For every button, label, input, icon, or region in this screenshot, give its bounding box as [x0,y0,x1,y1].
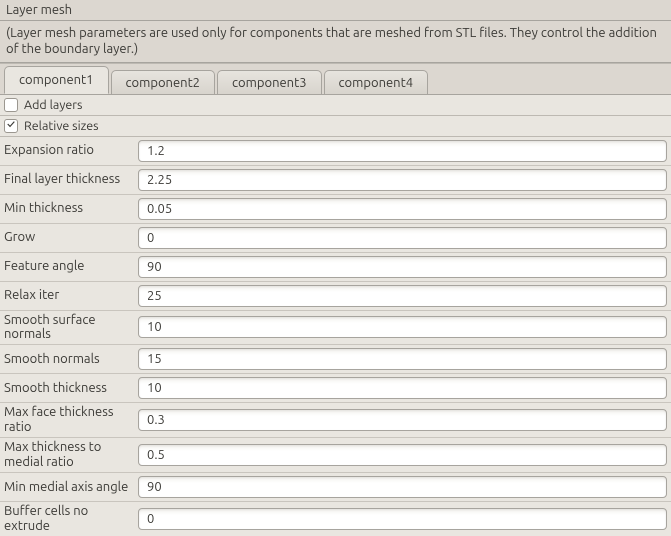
input-grow[interactable] [138,227,667,249]
input-wrap-buffer_cells_no_extrude [136,506,671,532]
input-buffer_cells_no_extrude[interactable] [138,508,667,530]
input-min_medial_axis_angle[interactable] [138,476,667,498]
label-smooth_normals: Smooth normals [0,350,136,369]
label-expansion_ratio: Expansion ratio [0,141,136,160]
fields-area: Expansion ratio Final layer thickness Min … [0,137,671,536]
input-wrap-smooth_normals [136,346,671,372]
field-row-min_thickness: Min thickness [0,195,671,224]
input-max_thickness_to_medial_ratio[interactable] [138,444,667,466]
relative-sizes-label: Relative sizes [24,119,99,133]
input-smooth_normals[interactable] [138,348,667,370]
label-relax_iter: Relax iter [0,286,136,305]
field-row-smooth_normals: Smooth normals [0,345,671,374]
tab-component1[interactable]: component1 [4,66,109,94]
input-wrap-grow [136,225,671,251]
tab-component4[interactable]: component4 [324,70,429,95]
tabs-container: component1component2component3component4… [0,63,671,536]
input-min_thickness[interactable] [138,198,667,220]
field-row-grow: Grow [0,224,671,253]
label-buffer_cells_no_extrude: Buffer cells no extrude [0,502,136,536]
field-row-smooth_surface_normals: Smooth surface normals [0,311,671,346]
input-smooth_thickness[interactable] [138,377,667,399]
panel-title: Layer mesh [0,0,671,21]
label-final_layer_thickness: Final layer thickness [0,170,136,189]
tab-strip: component1component2component3component4 [0,64,671,94]
panel-description: (Layer mesh parameters are used only for… [0,21,671,63]
label-max_thickness_to_medial_ratio: Max thickness to medial ratio [0,438,136,472]
add-layers-checkbox[interactable] [4,98,18,112]
input-wrap-relax_iter [136,283,671,309]
input-wrap-final_layer_thickness [136,167,671,193]
label-min_thickness: Min thickness [0,199,136,218]
input-final_layer_thickness[interactable] [138,169,667,191]
add-layers-label: Add layers [24,98,82,112]
field-row-feature_angle: Feature angle [0,253,671,282]
label-max_face_thickness_ratio: Max face thickness ratio [0,403,136,437]
input-wrap-min_thickness [136,196,671,222]
input-wrap-feature_angle [136,254,671,280]
input-wrap-max_face_thickness_ratio [136,407,671,433]
tab-component2[interactable]: component2 [111,70,216,95]
input-wrap-min_medial_axis_angle [136,474,671,500]
label-grow: Grow [0,228,136,247]
add-layers-row[interactable]: Add layers [0,95,671,116]
relative-sizes-row[interactable]: Relative sizes [0,116,671,137]
label-feature_angle: Feature angle [0,257,136,276]
input-max_face_thickness_ratio[interactable] [138,409,667,431]
input-feature_angle[interactable] [138,256,667,278]
input-relax_iter[interactable] [138,285,667,307]
input-wrap-smooth_thickness [136,375,671,401]
field-row-min_medial_axis_angle: Min medial axis angle [0,473,671,502]
input-smooth_surface_normals[interactable] [138,316,667,338]
input-wrap-smooth_surface_normals [136,314,671,340]
tab-content-component1: Add layers Relative sizes Expansion rati… [0,94,671,536]
input-expansion_ratio[interactable] [138,140,667,162]
label-smooth_surface_normals: Smooth surface normals [0,311,136,345]
field-row-max_thickness_to_medial_ratio: Max thickness to medial ratio [0,438,671,473]
field-row-final_layer_thickness: Final layer thickness [0,166,671,195]
layer-mesh-panel: Layer mesh (Layer mesh parameters are us… [0,0,671,536]
input-wrap-expansion_ratio [136,138,671,164]
relative-sizes-checkbox[interactable] [4,119,18,133]
field-row-relax_iter: Relax iter [0,282,671,311]
label-min_medial_axis_angle: Min medial axis angle [0,478,136,497]
field-row-max_face_thickness_ratio: Max face thickness ratio [0,403,671,438]
tab-component3[interactable]: component3 [217,70,322,95]
input-wrap-max_thickness_to_medial_ratio [136,442,671,468]
field-row-smooth_thickness: Smooth thickness [0,374,671,403]
field-row-buffer_cells_no_extrude: Buffer cells no extrude [0,502,671,536]
field-row-expansion_ratio: Expansion ratio [0,137,671,166]
label-smooth_thickness: Smooth thickness [0,379,136,398]
